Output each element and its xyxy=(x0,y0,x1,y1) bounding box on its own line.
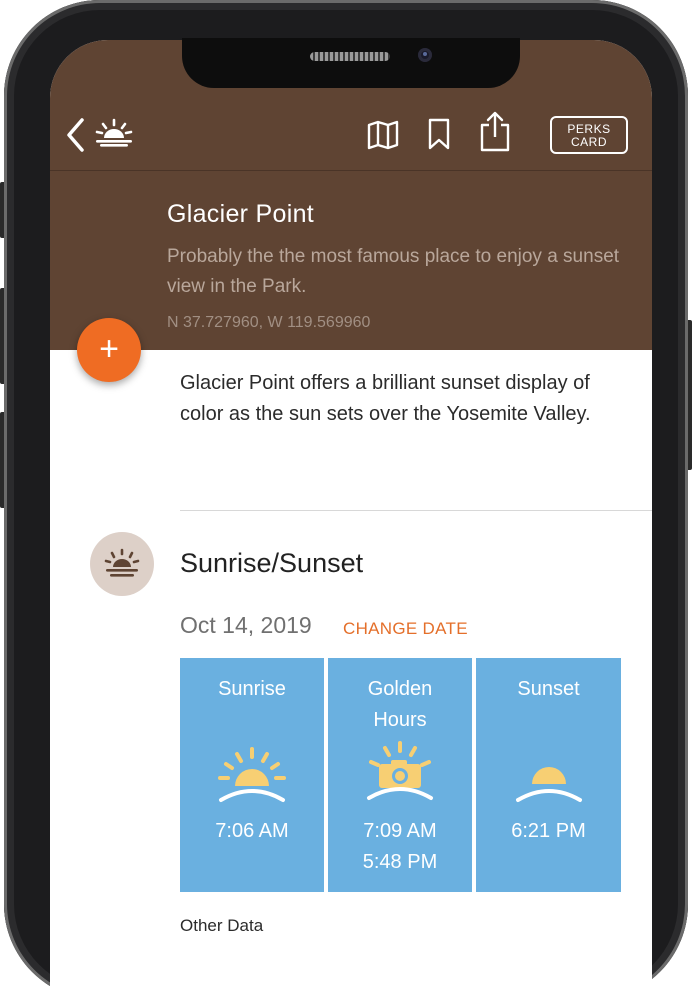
perks-card-button[interactable]: PERKS CARD xyxy=(550,116,628,154)
sunrise-time: 7:06 AM xyxy=(215,820,289,842)
sunrise-icon xyxy=(218,747,286,802)
phone-frame: PERKS CARD Glacier Point Probably the th… xyxy=(4,0,688,1000)
golden-evening-time: 5:48 PM xyxy=(362,851,438,873)
tile-label: Sunrise xyxy=(218,678,286,700)
golden-hours-tile: Golden Hours 7:09 AM 5:48 PM xyxy=(328,658,472,892)
sunset-time: 6:21 PM xyxy=(511,820,586,842)
section-divider xyxy=(180,510,652,511)
perks-label: PERKS xyxy=(567,121,611,136)
selected-date: Oct 14, 2019 xyxy=(180,612,312,638)
sunset-icon xyxy=(516,767,582,802)
place-coordinates: N 37.727960, W 119.569960 xyxy=(167,314,371,331)
bookmark-icon[interactable] xyxy=(426,118,452,150)
share-icon[interactable] xyxy=(478,110,512,152)
change-date-link[interactable]: CHANGE DATE xyxy=(343,619,468,639)
place-subtitle: Probably the the most famous place to en… xyxy=(167,246,620,297)
place-title: Glacier Point xyxy=(167,200,315,228)
golden-hours-camera-icon xyxy=(367,741,433,800)
tile-label: Sunset xyxy=(517,678,580,700)
tile-label-line: Golden xyxy=(367,678,433,700)
phone-notch xyxy=(182,38,520,88)
card-label: CARD xyxy=(570,134,607,149)
other-data-heading: Other Data xyxy=(180,916,264,935)
tile-label: Golden Hours xyxy=(328,674,472,736)
sunrise-section-icon xyxy=(90,532,154,596)
speaker-grille xyxy=(310,52,390,61)
add-button[interactable]: + xyxy=(77,318,141,382)
chevron-left-icon[interactable] xyxy=(64,117,86,153)
section-title: Sunrise/Sunset xyxy=(180,548,364,578)
tile-label-line: Hours xyxy=(373,709,427,731)
front-camera xyxy=(418,48,432,62)
sunrise-tile: Sunrise 7:06 AM xyxy=(180,658,324,892)
sunset-tile: Sunset 6:21 PM xyxy=(476,658,621,892)
golden-morning-time: 7:09 AM xyxy=(363,820,437,842)
map-icon[interactable] xyxy=(367,120,399,150)
place-description: Glacier Point offers a brilliant sunset … xyxy=(180,372,591,425)
sunrise-logo-icon[interactable] xyxy=(94,118,134,148)
app-screen: PERKS CARD Glacier Point Probably the th… xyxy=(50,40,652,1000)
